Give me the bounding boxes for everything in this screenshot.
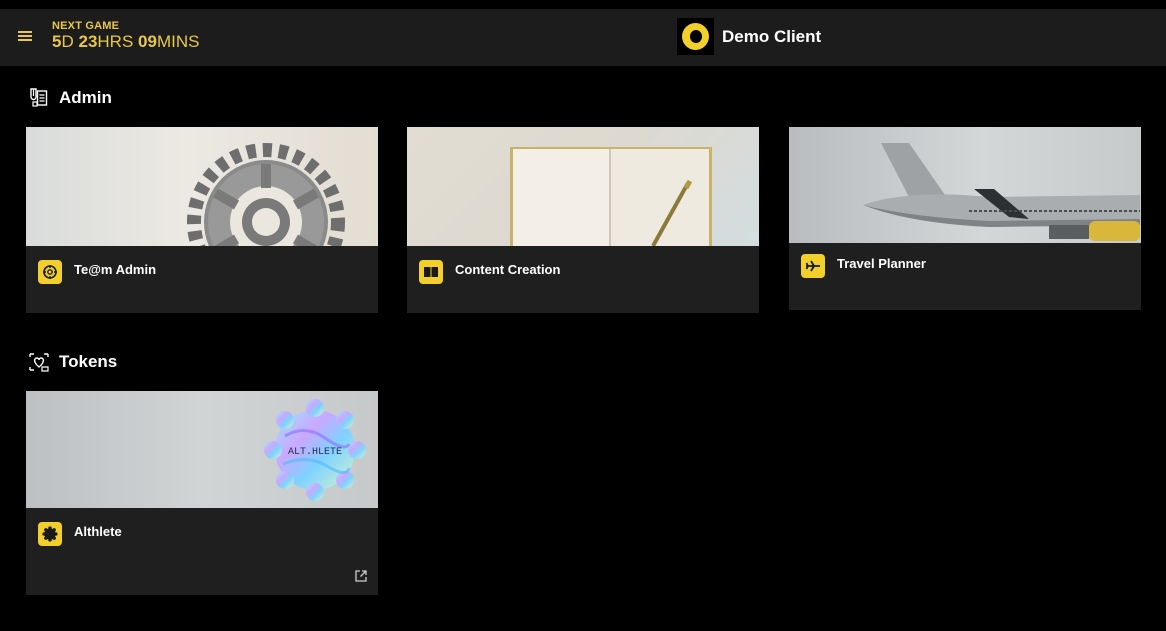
countdown-hours-unit: HRS <box>97 32 134 51</box>
admin-document-icon <box>30 88 48 107</box>
section-title-tokens: Tokens <box>28 351 117 373</box>
client-logo <box>677 18 714 55</box>
countdown-value: 5D 23HRS 09MINS <box>52 32 199 52</box>
card-travel-planner-title: Travel Planner <box>837 256 926 271</box>
countdown-mins-unit: MINS <box>156 32 200 51</box>
card-althlete-title: Althlete <box>74 524 122 539</box>
althlete-thumb-text: ALT.HLETE <box>288 447 342 458</box>
book-icon <box>419 260 443 284</box>
section-title-admin: Admin <box>28 87 112 109</box>
next-game-label: NEXT GAME <box>52 20 120 32</box>
card-team-admin-title: Te@m Admin <box>74 262 157 277</box>
countdown-hours: 23 <box>78 32 98 51</box>
section-title-tokens-label: Tokens <box>59 352 118 371</box>
card-content-creation-title: Content Creation <box>455 262 561 277</box>
card-content-creation[interactable]: Content Creation <box>407 127 759 313</box>
countdown-days-unit: D <box>61 32 74 51</box>
top-bar: NEXT GAME 5D 23HRS 09MINS Demo Client <box>0 9 1166 66</box>
card-althlete[interactable]: ALT.HLETE Althlete <box>26 391 378 595</box>
card-team-admin[interactable]: Te@m Admin <box>26 127 378 313</box>
tokens-icon <box>29 353 49 372</box>
hamburger-menu-icon[interactable] <box>18 31 32 43</box>
target-icon <box>38 260 62 284</box>
card-content-creation-thumbnail <box>407 127 759 246</box>
countdown-mins: 09 <box>138 32 157 51</box>
client-name: Demo Client <box>722 26 822 46</box>
card-travel-planner-thumbnail <box>789 127 1141 243</box>
card-travel-planner[interactable]: Travel Planner <box>789 127 1141 310</box>
section-title-admin-label: Admin <box>59 88 112 107</box>
card-althlete-thumbnail: ALT.HLETE <box>26 391 378 508</box>
card-team-admin-thumbnail <box>26 127 378 246</box>
badge-icon <box>38 522 62 546</box>
next-game-countdown: NEXT GAME 5D 23HRS 09MINS <box>52 20 199 52</box>
client-switcher[interactable]: Demo Client <box>677 18 821 55</box>
external-link-icon[interactable] <box>354 569 368 583</box>
airplane-icon <box>801 254 825 278</box>
